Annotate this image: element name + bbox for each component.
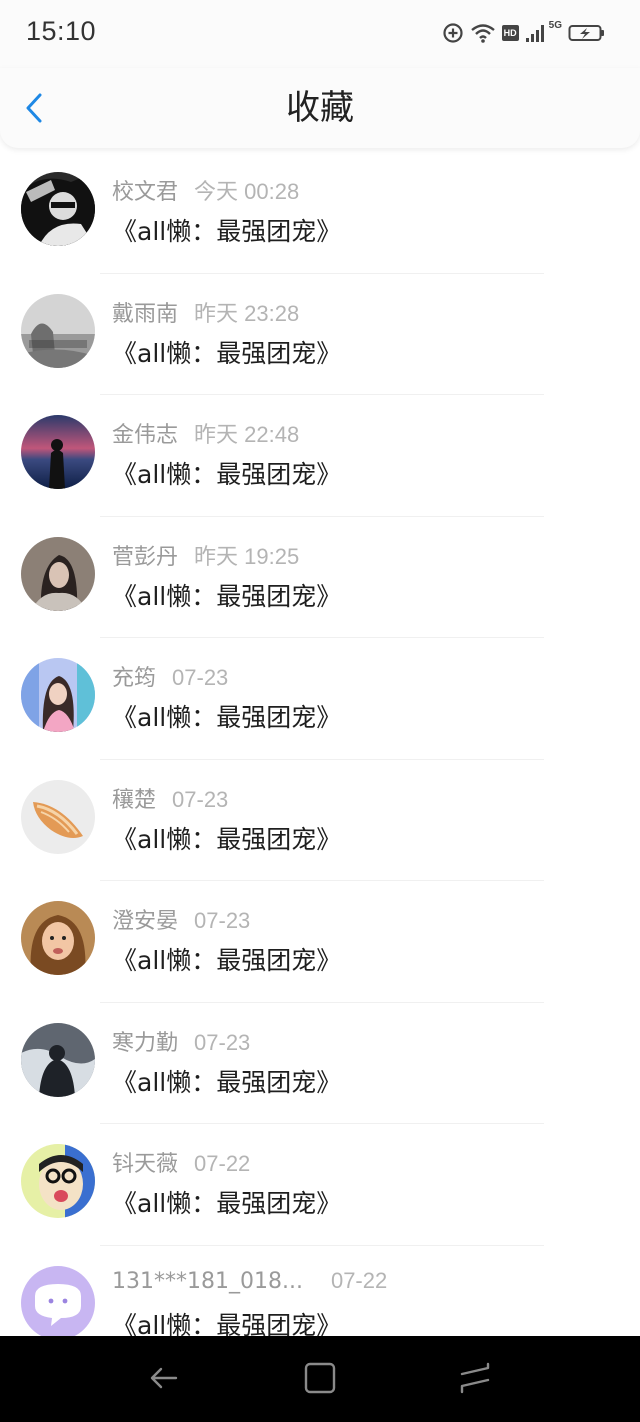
favorite-title: 《all懒：最强团宠》 bbox=[112, 460, 342, 489]
recents-icon bbox=[460, 1362, 490, 1394]
user-name: 穰楚 bbox=[112, 787, 157, 813]
timestamp: 今天 00:28 bbox=[194, 179, 300, 204]
favorite-title: 《all懒：最强团宠》 bbox=[112, 217, 342, 246]
square-home-icon bbox=[304, 1362, 336, 1394]
avatar[interactable] bbox=[21, 415, 95, 489]
favorite-title: 《all懒：最强团宠》 bbox=[112, 703, 342, 732]
timestamp: 07-23 bbox=[172, 665, 229, 690]
user-name: 戴雨南 bbox=[112, 301, 179, 327]
list-item[interactable]: 澄安晏 07-23 《all懒：最强团宠》 bbox=[0, 881, 640, 1003]
avatar[interactable] bbox=[21, 1144, 95, 1218]
favorite-title: 《all懒：最强团宠》 bbox=[112, 1067, 342, 1097]
wifi-icon bbox=[470, 24, 495, 43]
timestamp: 昨天 22:48 bbox=[194, 422, 300, 447]
nav-back-button[interactable] bbox=[146, 1360, 182, 1396]
navigation-bar bbox=[0, 1336, 640, 1422]
item-meta: 校文君 今天 00:28 bbox=[112, 174, 299, 206]
list-item[interactable]: 穰楚 07-23 《all懒：最强团宠》 bbox=[0, 760, 640, 881]
avatar[interactable] bbox=[21, 779, 95, 854]
item-meta: 菅彭丹 昨天 19:25 bbox=[112, 539, 299, 571]
timestamp: 07-23 bbox=[194, 1029, 251, 1055]
list-item[interactable]: 钭天薇 07-22 《all懒：最强团宠》 bbox=[0, 1124, 640, 1246]
favorite-title: 《all懒：最强团宠》 bbox=[112, 824, 342, 854]
arrow-left-icon bbox=[150, 1367, 178, 1389]
timestamp: 昨天 19:25 bbox=[194, 543, 300, 569]
item-meta: 金伟志 昨天 22:48 bbox=[112, 417, 299, 449]
header: 收藏 bbox=[0, 68, 640, 148]
avatar[interactable] bbox=[21, 293, 95, 368]
data-saver-icon bbox=[443, 23, 463, 43]
hd-badge: HD bbox=[501, 25, 519, 41]
item-meta: 澄安晏 07-23 bbox=[112, 903, 250, 935]
signal-icon bbox=[525, 25, 544, 42]
favorite-title: 《all懒：最强团宠》 bbox=[112, 581, 342, 611]
favorite-title: 《all懒：最强团宠》 bbox=[112, 1310, 342, 1337]
list-item[interactable]: 菅彭丹 昨天 19:25 《all懒：最强团宠》 bbox=[0, 517, 640, 638]
list-item[interactable]: 寒力勤 07-23 《all懒：最强团宠》 bbox=[0, 1003, 640, 1124]
nav-recents-button[interactable] bbox=[458, 1360, 494, 1396]
status-bar: 15:10 HD 5G bbox=[0, 0, 640, 68]
timestamp: 07-22 bbox=[194, 1151, 251, 1176]
user-name: 澄安晏 bbox=[112, 909, 179, 934]
user-name: 充筠 bbox=[112, 666, 157, 691]
user-name: 菅彭丹 bbox=[112, 544, 179, 570]
timestamp: 07-23 bbox=[194, 908, 251, 933]
item-meta: 131***181_018... 07-22 bbox=[112, 1268, 387, 1294]
avatar[interactable] bbox=[21, 658, 95, 732]
user-name: 校文君 bbox=[112, 180, 179, 205]
status-icons: HD 5G bbox=[442, 20, 606, 46]
avatar[interactable] bbox=[21, 901, 95, 975]
favorite-title: 《all懒：最强团宠》 bbox=[112, 338, 342, 368]
item-meta: 寒力勤 07-23 bbox=[112, 1025, 250, 1057]
nav-home-button[interactable] bbox=[302, 1360, 338, 1396]
user-name: 寒力勤 bbox=[112, 1030, 179, 1056]
item-meta: 钭天薇 07-22 bbox=[112, 1146, 250, 1178]
list-item[interactable]: 戴雨南 昨天 23:28 《all懒：最强团宠》 bbox=[0, 274, 640, 395]
avatar[interactable] bbox=[21, 172, 95, 246]
timestamp: 07-22 bbox=[330, 1267, 388, 1293]
item-meta: 穰楚 07-23 bbox=[112, 782, 228, 814]
item-meta: 戴雨南 昨天 23:28 bbox=[112, 296, 299, 328]
item-meta: 充筠 07-23 bbox=[112, 660, 228, 692]
list-item[interactable]: 充筠 07-23 《all懒：最强团宠》 bbox=[0, 638, 640, 760]
timestamp: 昨天 23:28 bbox=[194, 300, 300, 326]
user-name: 131***181_018... bbox=[112, 1268, 303, 1294]
status-time: 15:10 bbox=[26, 16, 97, 46]
favorite-title: 《all懒：最强团宠》 bbox=[112, 946, 342, 975]
timestamp: 07-23 bbox=[172, 786, 229, 812]
list-item[interactable]: 金伟志 昨天 22:48 《all懒：最强团宠》 bbox=[0, 395, 640, 517]
user-name: 钭天薇 bbox=[112, 1152, 179, 1177]
list-item[interactable]: 131***181_018... 07-22 《all懒：最强团宠》 bbox=[0, 1246, 640, 1337]
avatar[interactable] bbox=[21, 1022, 95, 1097]
page-title: 收藏 bbox=[286, 88, 354, 128]
favorite-title: 《all懒：最强团宠》 bbox=[112, 1189, 342, 1218]
avatar[interactable] bbox=[21, 1265, 95, 1336]
network-type: 5G bbox=[548, 20, 562, 31]
user-name: 金伟志 bbox=[112, 423, 179, 448]
favorites-list: 校文君 今天 00:28 《all懒：最强团宠》 戴雨南 昨天 23:28 《all… bbox=[0, 152, 640, 1336]
battery-charging-icon bbox=[568, 25, 604, 41]
list-item[interactable]: 校文君 今天 00:28 《all懒：最强团宠》 bbox=[0, 152, 640, 274]
avatar[interactable] bbox=[21, 536, 95, 611]
